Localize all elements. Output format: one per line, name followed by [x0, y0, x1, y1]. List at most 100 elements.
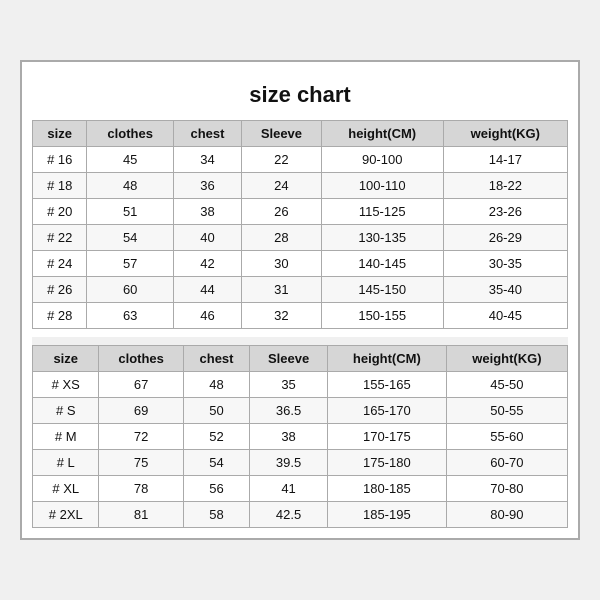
table1-header-cell: Sleeve	[242, 121, 322, 147]
table-cell: 57	[87, 251, 173, 277]
table-gap	[32, 337, 568, 345]
table2-header-cell: Sleeve	[250, 346, 328, 372]
table-cell: 52	[183, 424, 249, 450]
table-cell: 48	[183, 372, 249, 398]
table-row: # XL785641180-18570-80	[33, 476, 568, 502]
table1-header-row: sizeclotheschestSleeveheight(CM)weight(K…	[33, 121, 568, 147]
table-cell: 51	[87, 199, 173, 225]
table-cell: # 22	[33, 225, 87, 251]
table1-wrapper: sizeclotheschestSleeveheight(CM)weight(K…	[32, 120, 568, 329]
table-cell: 40-45	[443, 303, 567, 329]
table-cell: 180-185	[327, 476, 446, 502]
table-cell: 34	[173, 147, 241, 173]
table-cell: 35	[250, 372, 328, 398]
table-cell: 100-110	[321, 173, 443, 199]
table-cell: 46	[173, 303, 241, 329]
table1-header-cell: chest	[173, 121, 241, 147]
table-cell: 18-22	[443, 173, 567, 199]
table1-header-cell: size	[33, 121, 87, 147]
table-cell: # M	[33, 424, 99, 450]
table-cell: 90-100	[321, 147, 443, 173]
table2-header-cell: weight(KG)	[446, 346, 567, 372]
table-row: # 28634632150-15540-45	[33, 303, 568, 329]
table-cell: # 2XL	[33, 502, 99, 528]
table-row: # M725238170-17555-60	[33, 424, 568, 450]
table-cell: 39.5	[250, 450, 328, 476]
table-row: # XS674835155-16545-50	[33, 372, 568, 398]
table-cell: 48	[87, 173, 173, 199]
table-cell: 155-165	[327, 372, 446, 398]
table-cell: 28	[242, 225, 322, 251]
table-cell: 115-125	[321, 199, 443, 225]
table-cell: 170-175	[327, 424, 446, 450]
table-cell: 150-155	[321, 303, 443, 329]
table1-body: # 1645342290-10014-17# 18483624100-11018…	[33, 147, 568, 329]
table-cell: # L	[33, 450, 99, 476]
table-cell: 70-80	[446, 476, 567, 502]
table-cell: 80-90	[446, 502, 567, 528]
table-cell: 145-150	[321, 277, 443, 303]
table-cell: 78	[99, 476, 183, 502]
table-cell: 14-17	[443, 147, 567, 173]
table2-header-cell: height(CM)	[327, 346, 446, 372]
table-cell: 32	[242, 303, 322, 329]
table-cell: 24	[242, 173, 322, 199]
table-cell: 45	[87, 147, 173, 173]
table-cell: 72	[99, 424, 183, 450]
table-cell: 81	[99, 502, 183, 528]
table-row: # 22544028130-13526-29	[33, 225, 568, 251]
table-cell: 30-35	[443, 251, 567, 277]
size-table-1: sizeclotheschestSleeveheight(CM)weight(K…	[32, 120, 568, 329]
size-table-2: sizeclotheschestSleeveheight(CM)weight(K…	[32, 345, 568, 528]
table-cell: 22	[242, 147, 322, 173]
table-cell: 23-26	[443, 199, 567, 225]
table-cell: # 24	[33, 251, 87, 277]
table-cell: 56	[183, 476, 249, 502]
table-cell: # S	[33, 398, 99, 424]
table-cell: 130-135	[321, 225, 443, 251]
table-row: # 26604431145-15035-40	[33, 277, 568, 303]
table-cell: # 20	[33, 199, 87, 225]
chart-title: size chart	[32, 72, 568, 120]
table-cell: 36	[173, 173, 241, 199]
chart-container: size chart sizeclotheschestSleeveheight(…	[20, 60, 580, 540]
table-cell: 38	[250, 424, 328, 450]
table-cell: 26-29	[443, 225, 567, 251]
table-cell: 175-180	[327, 450, 446, 476]
table-cell: 185-195	[327, 502, 446, 528]
table-cell: 75	[99, 450, 183, 476]
table-cell: 55-60	[446, 424, 567, 450]
table-cell: 41	[250, 476, 328, 502]
table-cell: 31	[242, 277, 322, 303]
table-cell: 42.5	[250, 502, 328, 528]
table-cell: 40	[173, 225, 241, 251]
table-cell: # XL	[33, 476, 99, 502]
table1-header-cell: height(CM)	[321, 121, 443, 147]
table-cell: 60	[87, 277, 173, 303]
table-cell: 58	[183, 502, 249, 528]
table-cell: 35-40	[443, 277, 567, 303]
table-row: # 2XL815842.5185-19580-90	[33, 502, 568, 528]
table1-header-cell: weight(KG)	[443, 121, 567, 147]
table2-wrapper: sizeclotheschestSleeveheight(CM)weight(K…	[32, 345, 568, 528]
table-cell: # 16	[33, 147, 87, 173]
table-row: # 18483624100-11018-22	[33, 173, 568, 199]
table-cell: 165-170	[327, 398, 446, 424]
table-cell: 140-145	[321, 251, 443, 277]
table-row: # L755439.5175-18060-70	[33, 450, 568, 476]
table-cell: # XS	[33, 372, 99, 398]
table2-body: # XS674835155-16545-50# S695036.5165-170…	[33, 372, 568, 528]
table-row: # 1645342290-10014-17	[33, 147, 568, 173]
table-cell: 50-55	[446, 398, 567, 424]
table-cell: 44	[173, 277, 241, 303]
table-cell: # 26	[33, 277, 87, 303]
table-cell: 54	[87, 225, 173, 251]
table-cell: 38	[173, 199, 241, 225]
table-cell: # 28	[33, 303, 87, 329]
table-cell: 54	[183, 450, 249, 476]
table-cell: 30	[242, 251, 322, 277]
table1-header-cell: clothes	[87, 121, 173, 147]
table-row: # 24574230140-14530-35	[33, 251, 568, 277]
table-cell: 45-50	[446, 372, 567, 398]
table2-header-row: sizeclotheschestSleeveheight(CM)weight(K…	[33, 346, 568, 372]
